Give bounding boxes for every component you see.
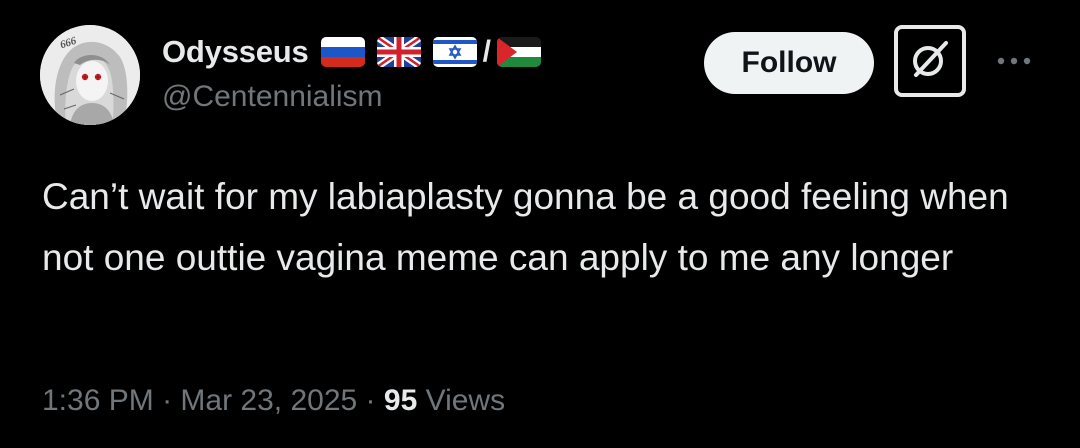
user-handle[interactable]: @Centennialism (162, 80, 383, 114)
more-icon (996, 53, 1032, 71)
name-row: Odysseus / (162, 30, 541, 74)
israel-flag-icon (432, 37, 477, 67)
tweet-text: Can’t wait for my labiaplasty gonna be a… (42, 176, 1009, 278)
meta-separator-2: · (365, 384, 376, 417)
flag-separator: / (482, 35, 491, 68)
views-label: Views (425, 384, 506, 417)
tweet: 666 Odysseus / @Centennialism Follow Can… (0, 0, 1080, 448)
follow-button[interactable]: Follow (704, 32, 874, 94)
display-name[interactable]: Odysseus (162, 34, 309, 70)
avatar[interactable]: 666 (40, 25, 140, 125)
tweet-date[interactable]: Mar 23, 2025 (180, 384, 357, 418)
meta-separator: · (162, 384, 173, 417)
more-options-button[interactable] (993, 42, 1035, 82)
tweet-meta: 1:36 PM · Mar 23, 2025 · 95 Views (42, 384, 505, 418)
russia-flag-icon (320, 37, 365, 67)
tweet-time[interactable]: 1:36 PM (42, 384, 154, 418)
palestine-flag-icon (496, 37, 541, 67)
views-count: 95 (383, 384, 418, 417)
grok-button[interactable] (894, 25, 966, 97)
grok-icon (906, 35, 954, 88)
uk-flag-icon (376, 37, 421, 67)
